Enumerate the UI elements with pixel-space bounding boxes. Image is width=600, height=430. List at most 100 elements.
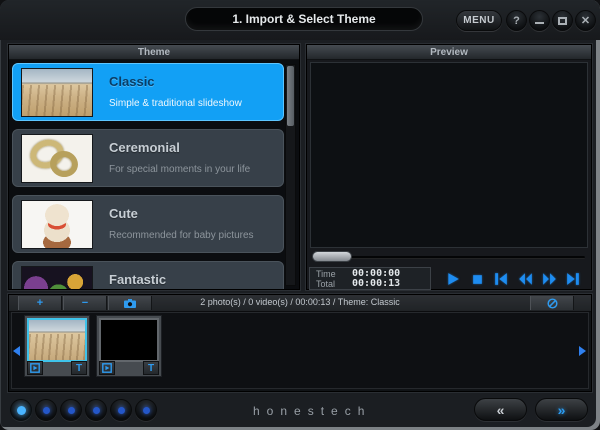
theme-thumbnail-cute: [21, 200, 93, 249]
total-label: Total: [316, 279, 352, 289]
minimize-icon: [535, 22, 544, 24]
theme-thumbnail-classic: [21, 68, 93, 117]
transition-button[interactable]: [27, 361, 43, 375]
preview-panel: Preview Time 00:00:00 Total 00:00:13: [306, 44, 592, 290]
step-dot-icon: [143, 407, 150, 414]
footer-step-buttons: [10, 399, 157, 421]
theme-description: Recommended for baby pictures: [109, 230, 279, 241]
clip-thumbnail-2[interactable]: T: [96, 315, 162, 377]
step-button-1[interactable]: [10, 399, 32, 421]
clip-strip-header: + − 2 photo(s) / 0 video(s) / 00:00:13 /…: [9, 295, 591, 312]
title-bar: 1. Import & Select Theme MENU ? ✕: [0, 0, 600, 40]
app-window: 1. Import & Select Theme MENU ? ✕ Theme …: [0, 0, 600, 430]
remove-photo-button[interactable]: −: [63, 296, 107, 310]
theme-text-cute: Cute Recommended for baby pictures: [109, 200, 279, 241]
rewind-button[interactable]: [515, 269, 535, 289]
seek-slider-thumb[interactable]: [312, 251, 352, 262]
step-button-2[interactable]: [35, 399, 57, 421]
minus-icon: −: [82, 297, 88, 309]
minimize-button[interactable]: [529, 10, 550, 31]
skip-to-start-button[interactable]: [491, 269, 511, 289]
next-button[interactable]: »: [535, 398, 588, 421]
skip-to-end-icon: [566, 272, 580, 286]
scroll-left-icon[interactable]: [13, 346, 20, 356]
theme-description: For special moments in your life: [109, 164, 279, 175]
scroll-right-icon[interactable]: [579, 346, 586, 356]
maximize-button[interactable]: [552, 10, 573, 31]
step-dot-icon: [118, 407, 125, 414]
close-icon: ✕: [581, 14, 590, 27]
clip-image-2: [99, 318, 159, 362]
skip-to-start-icon: [494, 272, 508, 286]
step-button-4[interactable]: [85, 399, 107, 421]
theme-text-classic: Classic Simple & traditional slideshow: [109, 68, 279, 109]
stop-button[interactable]: [467, 269, 487, 289]
time-label: Time: [316, 269, 352, 279]
clip-image-1: [27, 318, 87, 362]
theme-panel-header: Theme: [9, 45, 299, 60]
step-button-5[interactable]: [110, 399, 132, 421]
help-icon: ?: [513, 15, 520, 27]
back-chevrons-icon: «: [497, 402, 505, 418]
play-button[interactable]: [443, 269, 463, 289]
maximize-icon: [558, 17, 567, 25]
clip-strip-panel: + − 2 photo(s) / 0 video(s) / 00:00:13 /…: [8, 294, 592, 392]
clip-buttons-2: T: [99, 361, 159, 375]
step-button-6[interactable]: [135, 399, 157, 421]
total-value: 00:00:13: [352, 279, 424, 289]
transport-controls: [439, 267, 587, 291]
theme-text-fantastic: Fantastic: [109, 266, 279, 287]
transition-button[interactable]: [99, 361, 115, 375]
theme-item-cute[interactable]: Cute Recommended for baby pictures: [12, 195, 284, 253]
theme-description: Simple & traditional slideshow: [109, 98, 279, 109]
theme-item-classic[interactable]: Classic Simple & traditional slideshow: [12, 63, 284, 121]
theme-panel: Theme Classic Simple & traditional slide…: [8, 44, 300, 290]
play-icon: [446, 272, 460, 286]
stop-icon: [471, 273, 484, 286]
theme-title: Classic: [109, 74, 279, 89]
clip-strip-body: T T: [11, 312, 589, 389]
transition-icon: [30, 363, 40, 373]
page-title: 1. Import & Select Theme: [185, 7, 423, 31]
preview-video-area: [310, 62, 588, 248]
step-dot-icon: [43, 407, 50, 414]
title-text-button[interactable]: T: [143, 361, 159, 375]
next-chevrons-icon: »: [558, 402, 566, 418]
theme-item-ceremonial[interactable]: Ceremonial For special moments in your l…: [12, 129, 284, 187]
circle-slash-icon: [547, 298, 558, 309]
capture-button[interactable]: [108, 296, 152, 310]
theme-item-fantastic[interactable]: Fantastic: [12, 261, 284, 289]
step-dot-icon: [17, 406, 26, 415]
theme-scrollbar-thumb[interactable]: [287, 66, 294, 126]
fast-forward-icon: [542, 272, 557, 286]
add-photo-button[interactable]: +: [18, 296, 62, 310]
back-button[interactable]: «: [474, 398, 527, 421]
menu-button[interactable]: MENU: [456, 10, 502, 31]
seek-slider-track[interactable]: [313, 256, 585, 259]
time-display: Time 00:00:00 Total 00:00:13: [309, 267, 431, 290]
theme-title: Fantastic: [109, 272, 279, 287]
rewind-icon: [518, 272, 533, 286]
title-text-button[interactable]: T: [71, 361, 87, 375]
preview-panel-header: Preview: [307, 45, 591, 60]
theme-scrollbar[interactable]: [285, 64, 296, 286]
theme-text-ceremonial: Ceremonial For special moments in your l…: [109, 134, 279, 175]
theme-title: Cute: [109, 206, 279, 221]
wizard-nav: « »: [474, 398, 588, 421]
clip-buttons-1: T: [27, 361, 87, 375]
step-dot-icon: [68, 407, 75, 414]
disable-button[interactable]: [530, 296, 574, 310]
step-dot-icon: [93, 407, 100, 414]
step-button-3[interactable]: [60, 399, 82, 421]
fast-forward-button[interactable]: [539, 269, 559, 289]
theme-thumbnail-ceremonial: [21, 134, 93, 183]
help-button[interactable]: ?: [506, 10, 527, 31]
clip-thumbnail-1[interactable]: T: [24, 315, 90, 377]
transition-icon: [102, 363, 112, 373]
plus-icon: +: [37, 297, 43, 309]
close-button[interactable]: ✕: [575, 10, 596, 31]
skip-to-end-button[interactable]: [563, 269, 583, 289]
theme-thumbnail-fantastic: [21, 266, 93, 289]
theme-list: Classic Simple & traditional slideshow C…: [12, 63, 284, 289]
footer-bar: honestech « »: [0, 392, 600, 430]
